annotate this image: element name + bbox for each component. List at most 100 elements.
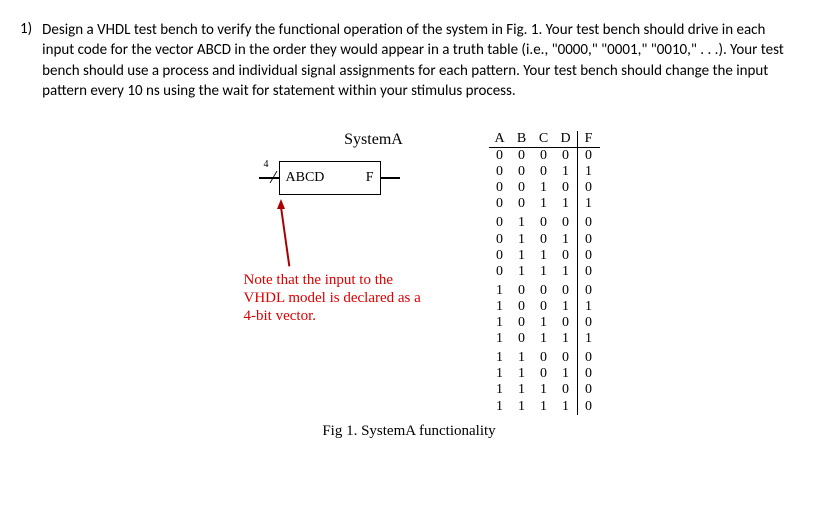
arrow-shaft-icon (280, 207, 290, 267)
cell-input: 1 (489, 315, 511, 331)
cell-input: 0 (555, 180, 578, 196)
cell-input: 0 (511, 164, 533, 180)
cell-output: 0 (577, 315, 600, 331)
cell-input: 1 (555, 366, 578, 382)
header-D: D (555, 131, 578, 148)
table-row: 00100 (489, 180, 600, 196)
cell-input: 0 (489, 180, 511, 196)
cell-input: 0 (533, 280, 555, 299)
table-row: 11010 (489, 366, 600, 382)
cell-input: 0 (489, 232, 511, 248)
question-number: 1) (20, 20, 32, 101)
table-header-row: A B C D F (489, 131, 600, 148)
table-row: 00011 (489, 164, 600, 180)
cell-output: 1 (577, 331, 600, 347)
table-row: 00000 (489, 148, 600, 165)
cell-input: 0 (489, 196, 511, 212)
cell-input: 0 (511, 299, 533, 315)
cell-input: 0 (555, 212, 578, 231)
cell-input: 0 (511, 331, 533, 347)
table-row: 11000 (489, 347, 600, 366)
cell-output: 0 (577, 212, 600, 231)
cell-input: 1 (533, 399, 555, 415)
cell-input: 1 (489, 280, 511, 299)
cell-input: 0 (533, 148, 555, 165)
cell-output: 0 (577, 280, 600, 299)
table-row: 01000 (489, 212, 600, 231)
cell-input: 0 (533, 366, 555, 382)
question-text: Design a VHDL test bench to verify the f… (42, 20, 798, 101)
cell-input: 1 (533, 180, 555, 196)
cell-input: 1 (555, 164, 578, 180)
block-diagram: 4 ABCD F (219, 161, 439, 201)
cell-input: 0 (533, 299, 555, 315)
cell-input: 1 (555, 299, 578, 315)
question-block: 1) Design a VHDL test bench to verify th… (20, 20, 798, 101)
cell-input: 1 (555, 232, 578, 248)
cell-input: 1 (511, 212, 533, 231)
cell-input: 0 (555, 315, 578, 331)
table-row: 11100 (489, 382, 600, 398)
cell-input: 0 (511, 148, 533, 165)
cell-input: 0 (489, 248, 511, 264)
table-row: 00111 (489, 196, 600, 212)
truth-table: A B C D F 000000001100100001110100001010… (489, 131, 600, 415)
cell-input: 0 (489, 264, 511, 280)
cell-input: 1 (555, 196, 578, 212)
cell-input: 1 (555, 264, 578, 280)
cell-input: 0 (533, 347, 555, 366)
header-C: C (533, 131, 555, 148)
table-row: 01110 (489, 264, 600, 280)
cell-input: 1 (511, 347, 533, 366)
cell-input: 0 (511, 196, 533, 212)
output-label: F (366, 170, 374, 186)
cell-input: 1 (511, 264, 533, 280)
cell-output: 1 (577, 299, 600, 315)
cell-input: 1 (511, 382, 533, 398)
cell-input: 1 (555, 399, 578, 415)
table-row: 10100 (489, 315, 600, 331)
cell-output: 0 (577, 366, 600, 382)
cell-input: 1 (533, 196, 555, 212)
cell-input: 1 (533, 315, 555, 331)
cell-input: 1 (489, 347, 511, 366)
header-F: F (577, 131, 600, 148)
figure-area: SystemA 4 ABCD F Note that the input to … (20, 131, 798, 440)
cell-output: 0 (577, 180, 600, 196)
header-A: A (489, 131, 511, 148)
cell-input: 0 (511, 180, 533, 196)
cell-input: 0 (489, 164, 511, 180)
table-row: 01100 (489, 248, 600, 264)
cell-output: 0 (577, 248, 600, 264)
table-row: 11110 (489, 399, 600, 415)
cell-input: 1 (533, 331, 555, 347)
cell-input: 0 (555, 347, 578, 366)
cell-input: 1 (511, 399, 533, 415)
cell-input: 1 (511, 366, 533, 382)
cell-input: 0 (555, 148, 578, 165)
cell-output: 1 (577, 164, 600, 180)
cell-input: 1 (511, 232, 533, 248)
cell-input: 1 (533, 264, 555, 280)
cell-input: 0 (555, 248, 578, 264)
cell-output: 0 (577, 382, 600, 398)
cell-input: 1 (489, 331, 511, 347)
cell-output: 0 (577, 347, 600, 366)
cell-input: 1 (489, 366, 511, 382)
system-box: ABCD F (279, 161, 381, 195)
cell-input: 0 (533, 232, 555, 248)
cell-input: 1 (489, 299, 511, 315)
cell-input: 0 (489, 148, 511, 165)
table-row: 10000 (489, 280, 600, 299)
cell-input: 0 (533, 212, 555, 231)
cell-input: 1 (511, 248, 533, 264)
cell-input: 0 (511, 315, 533, 331)
bus-width: 4 (264, 159, 269, 170)
cell-input: 0 (511, 280, 533, 299)
output-line (380, 177, 400, 179)
cell-output: 1 (577, 196, 600, 212)
cell-input: 1 (489, 382, 511, 398)
cell-input: 1 (555, 331, 578, 347)
note-text: Note that the input to the VHDL model is… (244, 271, 434, 325)
input-label: ABCD (286, 170, 325, 186)
